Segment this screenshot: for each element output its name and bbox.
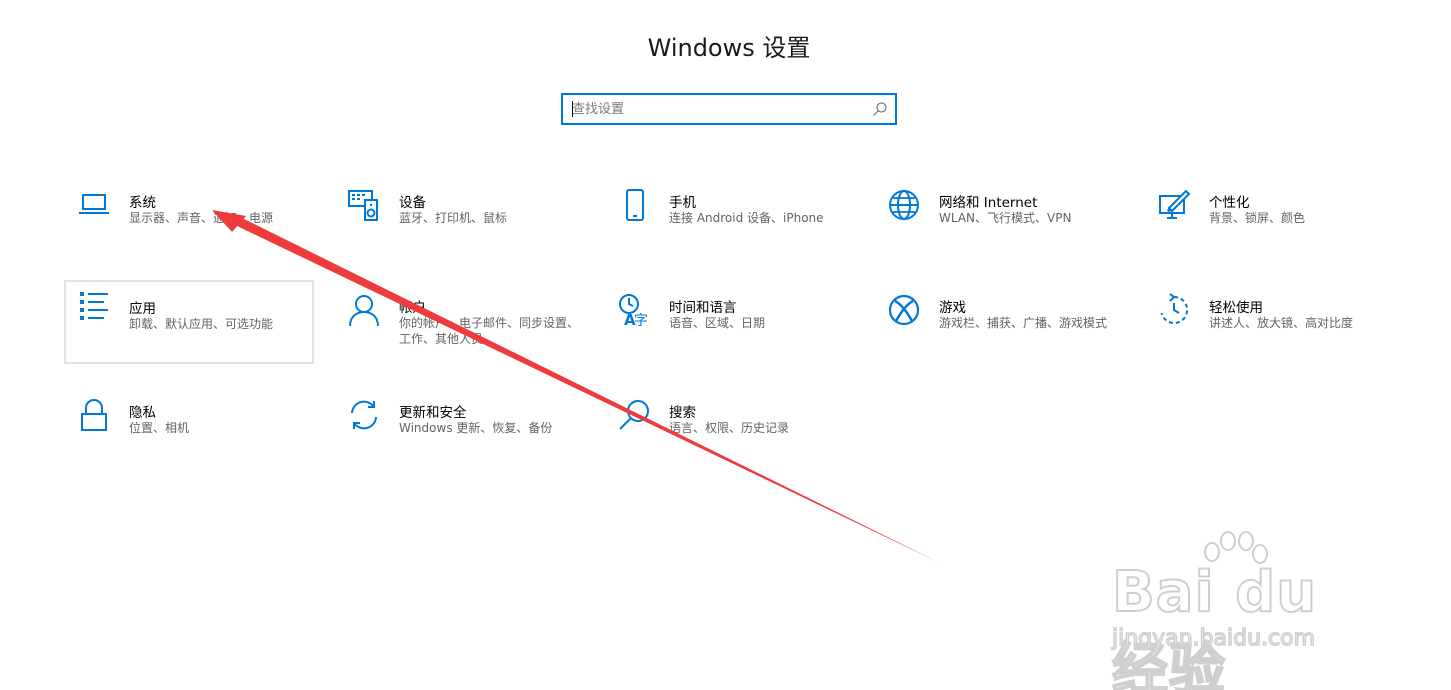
tile-description: 你的帐户、电子邮件、同步设置、工作、其他人员 bbox=[399, 316, 580, 346]
watermark: Bai du 经验 jingyan.baidu.com bbox=[1111, 530, 1382, 690]
search-box[interactable] bbox=[561, 93, 897, 125]
svg-text:字: 字 bbox=[634, 313, 648, 327]
tile-description: 游戏栏、捕获、广播、游戏模式 bbox=[939, 316, 1108, 330]
tile-phone[interactable]: 手机 连接 Android 设备、iPhone bbox=[605, 180, 855, 264]
tile-title: 时间和语言 bbox=[669, 300, 737, 316]
tile-apps[interactable]: 应用 卸载、默认应用、可选功能 bbox=[64, 280, 314, 364]
phone-icon bbox=[626, 189, 644, 221]
tile-description: 语音、区域、日期 bbox=[669, 316, 766, 330]
tile-description: 位置、相机 bbox=[129, 421, 190, 435]
watermark-logo: Bai du 经验 bbox=[1111, 559, 1318, 690]
tile-title: 手机 bbox=[669, 195, 696, 211]
tile-devices[interactable]: 设备 蓝牙、打印机、鼠标 bbox=[335, 180, 585, 264]
time-language-icon: A 字 bbox=[619, 294, 648, 327]
devices-icon bbox=[348, 190, 378, 221]
person-icon bbox=[349, 295, 379, 327]
tile-title: 游戏 bbox=[939, 300, 966, 316]
tile-title: 个性化 bbox=[1209, 195, 1250, 211]
magnifier-icon[interactable] bbox=[872, 101, 888, 117]
personalization-icon bbox=[1159, 189, 1191, 219]
tile-system[interactable]: 系统 显示器、声音、通知、电源 bbox=[65, 180, 315, 264]
watermark-url: jingyan.baidu.com bbox=[1111, 625, 1316, 652]
tile-network[interactable]: 网络和 Internet WLAN、飞行模式、VPN bbox=[875, 180, 1125, 264]
tile-description: 卸载、默认应用、可选功能 bbox=[129, 317, 274, 331]
xbox-icon bbox=[888, 294, 920, 326]
tile-accounts[interactable]: 帐户 你的帐户、电子邮件、同步设置、工作、其他人员 bbox=[335, 285, 585, 369]
tile-title: 帐户 bbox=[399, 300, 426, 316]
tile-title: 隐私 bbox=[129, 405, 156, 421]
tile-description: 语言、权限、历史记录 bbox=[669, 421, 790, 435]
apps-list-icon bbox=[80, 292, 108, 320]
tile-description: 讲述人、放大镜、高对比度 bbox=[1209, 316, 1354, 330]
sync-icon bbox=[351, 400, 377, 430]
tile-title: 系统 bbox=[129, 195, 156, 211]
tile-description: 蓝牙、打印机、鼠标 bbox=[399, 211, 508, 225]
tile-title: 网络和 Internet bbox=[939, 195, 1038, 211]
search-icon bbox=[619, 400, 649, 430]
tile-description: 背景、锁屏、颜色 bbox=[1209, 211, 1306, 225]
tile-title: 搜索 bbox=[669, 405, 696, 421]
page-title: Windows 设置 bbox=[647, 34, 811, 62]
tile-title: 设备 bbox=[399, 195, 426, 211]
tile-description: WLAN、飞行模式、VPN bbox=[939, 211, 1072, 225]
tile-search[interactable]: 搜索 语言、权限、历史记录 bbox=[605, 390, 855, 474]
tile-privacy[interactable]: 隐私 位置、相机 bbox=[65, 390, 315, 474]
tile-update-security[interactable]: 更新和安全 Windows 更新、恢复、备份 bbox=[335, 390, 585, 474]
tile-title: 轻松使用 bbox=[1209, 300, 1263, 316]
laptop-icon bbox=[79, 194, 109, 214]
tile-description: 显示器、声音、通知、电源 bbox=[129, 211, 274, 225]
tile-personalization[interactable]: 个性化 背景、锁屏、颜色 bbox=[1145, 180, 1395, 264]
ease-of-access-icon bbox=[1160, 293, 1189, 324]
tile-description: Windows 更新、恢复、备份 bbox=[399, 421, 553, 435]
globe-icon bbox=[889, 190, 919, 220]
tile-ease-of-access[interactable]: 轻松使用 讲述人、放大镜、高对比度 bbox=[1145, 285, 1395, 369]
lock-icon bbox=[81, 399, 107, 431]
tile-title: 应用 bbox=[129, 301, 156, 317]
text-caret bbox=[572, 101, 573, 117]
tile-title: 更新和安全 bbox=[399, 405, 467, 421]
tile-time-language[interactable]: A 字 时间和语言 语音、区域、日期 bbox=[605, 285, 855, 369]
tile-gaming[interactable]: 游戏 游戏栏、捕获、广播、游戏模式 bbox=[875, 285, 1125, 369]
tile-description: 连接 Android 设备、iPhone bbox=[669, 211, 824, 225]
search-input[interactable] bbox=[563, 95, 863, 123]
